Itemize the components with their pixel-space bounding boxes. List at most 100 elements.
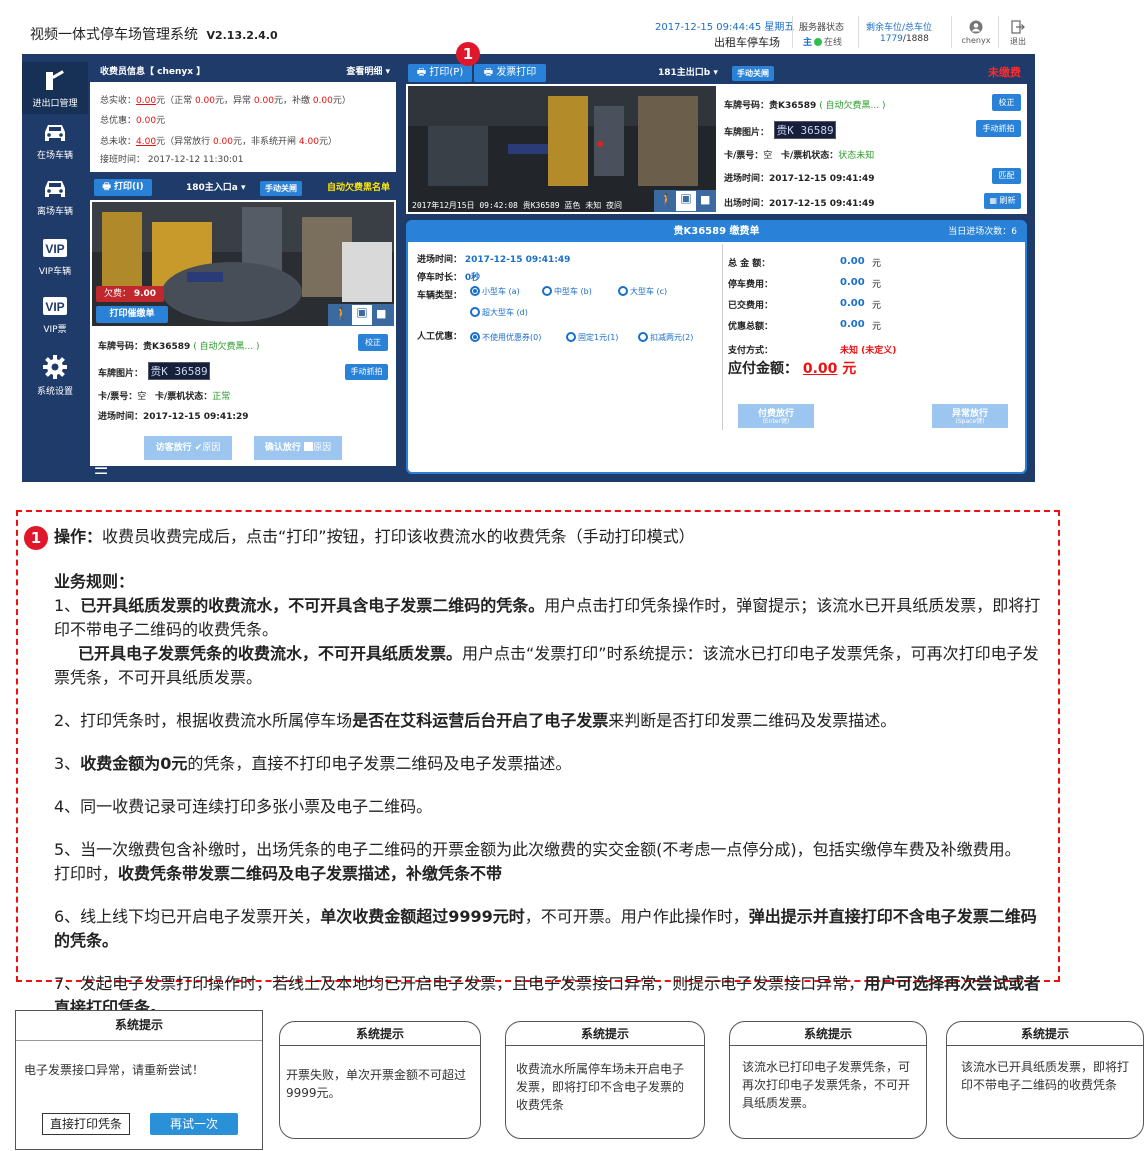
- dialog-title: 系统提示: [506, 1022, 704, 1046]
- vehicle-type-radio-small[interactable]: 小型车 (a): [470, 286, 520, 297]
- discount-radio-fixed[interactable]: 固定1元(1): [566, 332, 618, 343]
- walk-icon[interactable]: 🚶: [659, 193, 674, 207]
- header-datetime: 2017-12-15 09:44:45 星期五: [655, 18, 794, 33]
- rule-4: 4、同一收费记录可连续打印多张小票及电子二维码。: [54, 797, 433, 816]
- rule-5b: 打印时，收费凭条带发票二维码及电子发票描述，补缴凭条不带: [54, 860, 1044, 884]
- user-menu[interactable]: chenyx: [960, 20, 992, 45]
- image-icon[interactable]: ▣: [352, 305, 372, 325]
- rule-6: 6、线上线下均已开启电子发票开关，单次收费金额超过9999元时，不可开票。用户作…: [54, 903, 1044, 951]
- bill-due-row: 应付金额： 0.00 元: [728, 358, 856, 378]
- label: 卡/票号：: [98, 392, 138, 402]
- unit: 元: [842, 361, 857, 377]
- label: 车牌号码：: [98, 342, 144, 352]
- entrance-gate-name[interactable]: 180主入口a ▾: [186, 176, 246, 200]
- video-icon[interactable]: ■: [700, 193, 710, 206]
- invoice-print-label: 发票打印: [496, 67, 537, 78]
- entrance-manual-close-button[interactable]: 手动关闸: [260, 181, 302, 196]
- spaces-free: 1779: [880, 34, 903, 44]
- detail-link[interactable]: 查看明细 ▾: [346, 62, 390, 82]
- sidebar-item-present[interactable]: 在场车辆: [22, 122, 88, 161]
- visitor-release-button[interactable]: 访客放行 ✔原因: [144, 436, 232, 460]
- sidebar-item-label: 在场车辆: [36, 151, 73, 161]
- detail-link-text: 查看明细: [346, 67, 383, 77]
- exit-button[interactable]: 退出: [1005, 20, 1031, 47]
- server-main: 主: [803, 38, 813, 48]
- exit-plate-row: 车牌号码：贵K36589 ( 自动欠费黑... ): [724, 98, 886, 111]
- label: 车牌图片：: [98, 369, 144, 379]
- unpaid-status: 未缴费: [988, 66, 1021, 79]
- sidebar-item-vip-ticket[interactable]: VIP VIP票: [22, 296, 88, 335]
- logout-icon: [1011, 20, 1025, 34]
- label: 停车时长：: [417, 273, 463, 283]
- vehicle-type-radio-xlarge[interactable]: 超大型车 (d): [470, 307, 528, 318]
- radio-label: 扣减两元(2): [650, 333, 694, 342]
- checkbox-icon[interactable]: [304, 442, 314, 451]
- exit-plate-image: 贵K 36589: [774, 121, 836, 139]
- bill-pay-method-row: 支付方式： 未知 (未定义): [728, 343, 896, 356]
- entrance-correct-button[interactable]: 校正: [358, 334, 388, 351]
- abnormal-release-button[interactable]: 异常放行 (Space键): [932, 404, 1008, 428]
- label: 卡/票机状态：: [154, 392, 213, 402]
- dialog-title: 系统提示: [947, 1022, 1143, 1046]
- pay-release-button[interactable]: 付费放行 (Enter键): [738, 404, 814, 428]
- label: 总 金 额：: [728, 259, 771, 269]
- exit-time-value: 2017-12-15 09:41:49: [769, 199, 875, 209]
- vehicle-type-radio-medium[interactable]: 中型车 (b): [542, 286, 592, 297]
- bill-type-label: 车辆类型：: [417, 288, 462, 301]
- label: 总实收：: [100, 96, 137, 106]
- entrance-print-button[interactable]: 🖶 打印(I): [94, 179, 152, 196]
- entrance-manual-capture-button[interactable]: 手动抓拍: [345, 364, 388, 380]
- auto-blacklist-label: 自动欠费黑名单: [326, 183, 390, 193]
- exit-print-button[interactable]: 🖶 打印(P): [408, 64, 472, 82]
- collector-line-received: 总实收：0.00元（正常 0.00元，异常 0.00元，补缴 0.00元）: [100, 93, 351, 106]
- dialog-message: 收费流水所属停车场未开启电子发票，即将打印不含电子发票的收费凭条: [516, 1062, 685, 1112]
- dialog-title: 系统提示: [280, 1022, 480, 1046]
- discount-radio-minus2[interactable]: 扣减两元(2): [638, 332, 693, 343]
- sidebar-item-left[interactable]: 离场车辆: [22, 178, 88, 217]
- exit-correct-button[interactable]: 校正: [992, 94, 1021, 111]
- image-icon[interactable]: ▣: [676, 191, 696, 211]
- label: 总未收：: [100, 137, 137, 147]
- gate-name-text: 180主入口a: [186, 183, 238, 193]
- sidebar-item-label: VIP票: [43, 325, 67, 335]
- value: 0.00: [840, 319, 865, 330]
- operation-label: 操作：: [54, 527, 103, 546]
- reason-label: 原因: [313, 443, 332, 453]
- radio-label: 固定1元(1): [578, 333, 619, 342]
- sidebar-item-settings[interactable]: 系统设置: [22, 354, 88, 397]
- today-entries: 当日进场次数：6: [948, 222, 1017, 242]
- collector-panel: 收费员信息【 chenyx 】 查看明细 ▾ 总实收：0.00元（正常 0.00…: [90, 62, 396, 172]
- text-bold: 单次收费金额超过9999元时: [320, 907, 525, 926]
- refresh-button[interactable]: ▦ 刷新: [984, 193, 1021, 209]
- exit-manual-capture-button[interactable]: 手动抓拍: [976, 120, 1021, 137]
- business-rules-content: 操作：收费员收费完成后，点击“打印”按钮，打印该收费流水的收费凭条（手动打印模式…: [54, 523, 1044, 1018]
- video-icon[interactable]: ■: [376, 307, 386, 320]
- exit-print-label: 打印(P): [429, 67, 464, 78]
- confirm-release-button[interactable]: 确认放行 原因: [254, 436, 342, 460]
- walk-icon[interactable]: 🚶: [334, 307, 349, 321]
- radio-icon: [638, 332, 648, 342]
- printer-icon: 🖶: [416, 67, 427, 78]
- match-button[interactable]: 匹配: [992, 168, 1021, 184]
- retry-button[interactable]: 再试一次: [150, 1113, 238, 1135]
- bill-stay-row: 停车时长： 0秒: [417, 270, 480, 283]
- header-divider: [951, 16, 952, 48]
- exit-gate-name[interactable]: 181主出口b ▾: [658, 62, 718, 84]
- vehicle-type-radio-large[interactable]: 大型车 (c): [618, 286, 667, 297]
- value: 0.00: [312, 96, 333, 106]
- label: 车牌图片：: [724, 128, 770, 138]
- text: 3、: [54, 754, 81, 773]
- bill-paid-row: 已交费用： 0.00 元: [728, 298, 881, 311]
- discount-radio-none[interactable]: 不使用优惠券(0): [470, 332, 541, 343]
- print-notice-button[interactable]: 打印催缴单: [96, 306, 168, 323]
- dialog-message: 该流水已打印电子发票凭条，可再次打印电子发票凭条，不可开具纸质发票。: [742, 1060, 911, 1110]
- entrance-entry-time-row: 进场时间：2017-12-15 09:41:29: [98, 409, 249, 422]
- exit-manual-close-button[interactable]: 手动关闸: [732, 66, 774, 81]
- text: 元（异常放行: [156, 137, 211, 147]
- value: 2017-12-15 09:41:49: [464, 255, 571, 265]
- sidebar-item-gate[interactable]: 进出口管理: [22, 62, 88, 114]
- invoice-print-button[interactable]: 🖶 发票打印: [474, 64, 546, 82]
- direct-print-button[interactable]: 直接打印凭条: [42, 1113, 130, 1135]
- sidebar-item-vip-car[interactable]: VIP VIP车辆: [22, 238, 88, 277]
- user-name: chenyx: [961, 36, 991, 45]
